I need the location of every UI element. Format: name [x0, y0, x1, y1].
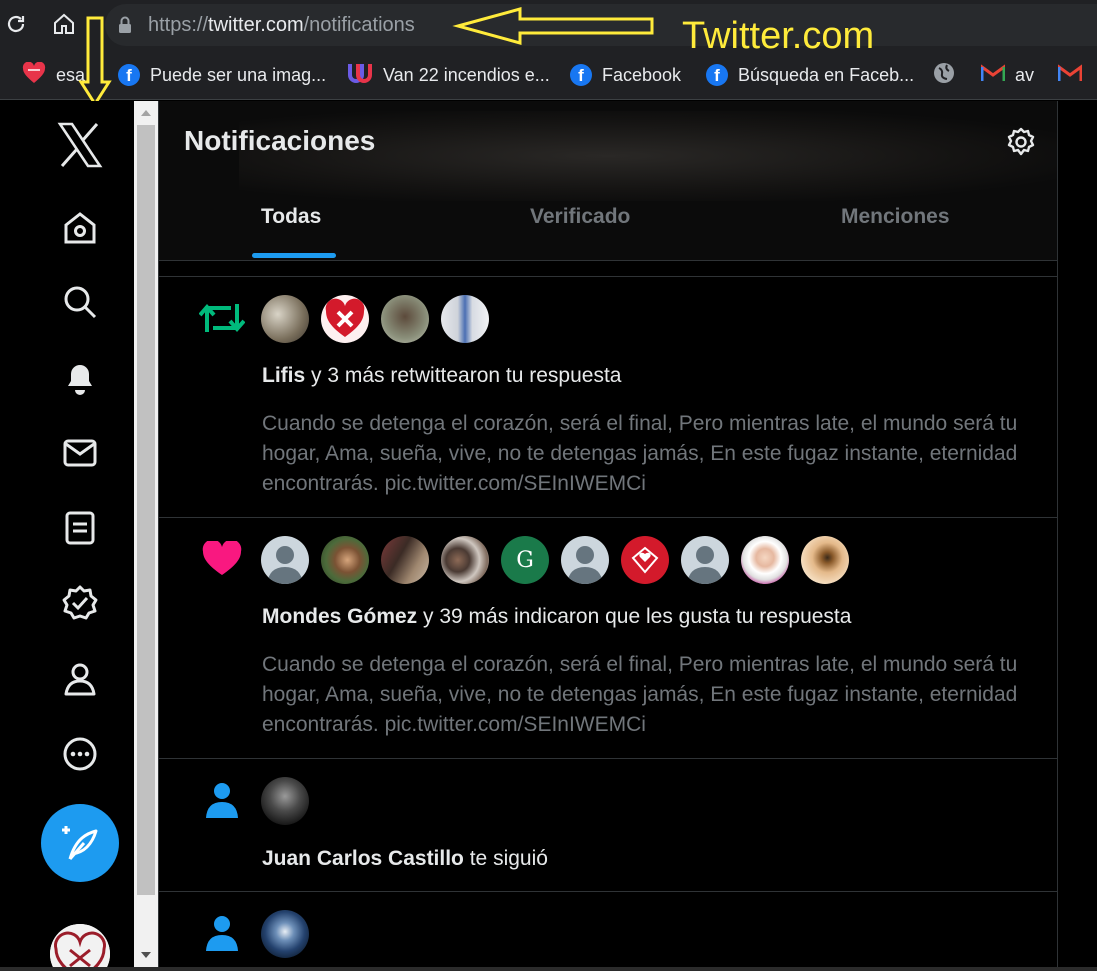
gmail-icon	[1057, 63, 1083, 87]
bookmark-item[interactable]: f Búsqueda en Faceb...	[706, 62, 914, 88]
bookmark-item[interactable]: av	[980, 62, 1034, 88]
tab-verificado[interactable]: Verificado	[530, 205, 630, 229]
compose-button[interactable]	[41, 804, 119, 882]
bookmark-item[interactable]: f Puede ser una imag...	[118, 62, 326, 88]
gear-icon	[1007, 127, 1035, 156]
notification-body: Cuando se detenga el corazón, será el fi…	[262, 412, 1018, 495]
horizontal-scrollbar[interactable]	[0, 967, 1097, 971]
search-icon[interactable]	[56, 278, 104, 326]
bookmark-item[interactable]: Van 22 incendios e...	[347, 62, 550, 88]
profile-icon[interactable]	[56, 655, 104, 703]
bookmark-item[interactable]: f Facebook	[570, 62, 681, 88]
notification-title: Mondes Gómez y 39 más indicaron que les …	[262, 605, 852, 628]
avatar[interactable]: G	[501, 536, 549, 584]
avatar[interactable]	[261, 910, 309, 958]
bookmark-item[interactable]	[933, 62, 955, 88]
scroll-down-icon[interactable]	[140, 951, 152, 959]
person-icon	[199, 777, 245, 823]
mail-icon[interactable]	[56, 429, 104, 477]
settings-button[interactable]	[1004, 125, 1038, 159]
notification-title: Lifis y 3 más retwittearon tu respuesta	[262, 364, 622, 387]
scroll-thumb[interactable]	[137, 125, 155, 895]
heart-icon	[199, 536, 245, 582]
facebook-icon: f	[118, 64, 140, 86]
avatar[interactable]	[321, 536, 369, 584]
globe-icon	[933, 62, 955, 89]
tab-menciones[interactable]: Menciones	[841, 205, 950, 229]
url-text[interactable]: https://twitter.com/notifications	[148, 14, 415, 37]
person-icon	[199, 910, 245, 956]
univision-icon	[347, 62, 373, 89]
avatar-group	[261, 777, 309, 825]
facebook-icon: f	[706, 64, 728, 86]
more-icon[interactable]	[56, 730, 104, 778]
avatar[interactable]	[261, 536, 309, 584]
notifications-timeline: Notificaciones Todas Verificado Mencione…	[158, 101, 1058, 971]
notification-body: Cuando se detenga el corazón, será el fi…	[262, 653, 1018, 736]
bookmark-item[interactable]	[1057, 62, 1083, 88]
verified-icon[interactable]	[56, 579, 104, 627]
lock-icon[interactable]	[118, 16, 132, 39]
scroll-up-icon[interactable]	[140, 109, 152, 117]
browser-address-bar: https://twitter.com/notifications Twitte…	[0, 0, 1097, 57]
facebook-icon: f	[570, 64, 592, 86]
avatar[interactable]	[261, 777, 309, 825]
active-tab-indicator	[252, 253, 336, 258]
notifications-header: Notificaciones Todas Verificado Mencione…	[159, 101, 1057, 261]
user-name[interactable]: Lifis	[262, 364, 305, 387]
avatar[interactable]	[381, 295, 429, 343]
avatar-group	[261, 910, 309, 958]
notification-item[interactable]: Juan Carlos Castillo te siguió	[159, 759, 1057, 892]
user-name[interactable]: Juan Carlos Castillo	[262, 847, 464, 870]
bell-icon[interactable]	[56, 353, 104, 401]
right-panel-edge	[1058, 101, 1097, 971]
avatar[interactable]	[441, 536, 489, 584]
avatar[interactable]	[381, 536, 429, 584]
notification-item[interactable]: G Mondes Gómez y 39 más indicaron que le…	[159, 518, 1057, 759]
scrollbar[interactable]	[134, 101, 158, 967]
retweet-icon	[199, 295, 245, 341]
home-page-icon[interactable]	[50, 10, 78, 38]
avatar[interactable]	[261, 295, 309, 343]
notification-item[interactable]: Lifis y 3 más retwittearon tu respuesta …	[159, 277, 1057, 518]
heart-icon	[22, 61, 46, 89]
avatar[interactable]	[801, 536, 849, 584]
reload-icon[interactable]	[2, 10, 30, 38]
notification-item[interactable]	[159, 892, 1057, 971]
tab-todas[interactable]: Todas	[261, 205, 321, 229]
bookmark-item[interactable]: esa	[22, 61, 85, 89]
home-icon[interactable]	[56, 204, 104, 252]
lists-icon[interactable]	[56, 504, 104, 552]
user-name[interactable]: Mondes Gómez	[262, 605, 417, 628]
avatar[interactable]	[741, 536, 789, 584]
sidebar-nav	[0, 101, 134, 971]
avatar-group: G	[261, 536, 849, 584]
avatar[interactable]	[681, 536, 729, 584]
compose-icon	[62, 826, 98, 860]
notification-title: Juan Carlos Castillo te siguió	[262, 847, 548, 870]
bookmarks-bar: esa f Puede ser una imag... Van 22 incen…	[0, 50, 1097, 100]
avatar[interactable]	[441, 295, 489, 343]
x-logo-icon[interactable]	[56, 121, 104, 169]
avatar[interactable]	[621, 536, 669, 584]
avatar[interactable]	[561, 536, 609, 584]
avatar-group	[261, 295, 489, 343]
avatar[interactable]	[321, 295, 369, 343]
avatar[interactable]	[50, 924, 110, 971]
gmail-icon	[980, 63, 1006, 87]
page-title: Notificaciones	[184, 125, 376, 156]
